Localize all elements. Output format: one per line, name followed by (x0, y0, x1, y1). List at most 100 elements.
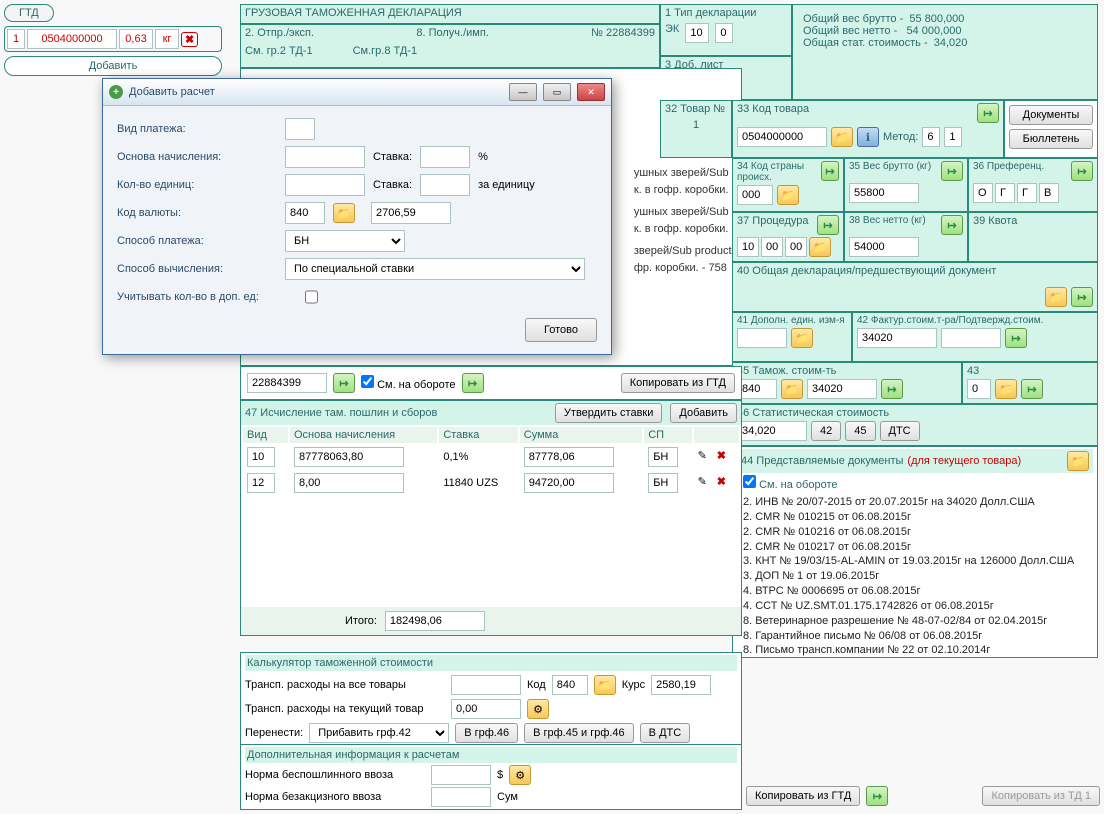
b46-v[interactable] (737, 421, 807, 441)
dlg-currency[interactable] (285, 202, 325, 224)
b36-v1[interactable] (973, 183, 993, 203)
gtd-code[interactable] (27, 29, 117, 49)
calc-b2[interactable]: В грф.45 и грф.46 (524, 723, 634, 743)
dlg-paymethod[interactable]: БН (285, 230, 405, 252)
s47-approve-button[interactable]: Утвердить ставки (555, 403, 662, 423)
dlg-qty[interactable] (285, 174, 365, 196)
b1-v3[interactable] (715, 23, 733, 43)
mid-copy-button[interactable]: Копировать из ГТД (621, 373, 735, 393)
dlg-rate2[interactable] (420, 174, 470, 196)
b46-btn-dts[interactable]: ДТС (880, 421, 920, 441)
b34-folder-icon[interactable]: 📁 (777, 185, 799, 205)
b35-v[interactable] (849, 183, 919, 203)
mid-arrow-icon[interactable]: ↦ (333, 373, 355, 393)
b42-v2[interactable] (941, 328, 1001, 348)
delete-icon[interactable]: ✖ (717, 450, 726, 462)
calc-kurs[interactable] (651, 675, 711, 695)
row-sp[interactable] (648, 447, 678, 467)
b45-v1[interactable] (737, 379, 777, 399)
delete-icon[interactable]: ✖ (717, 476, 726, 488)
bot-copy-gtd[interactable]: Копировать из ГТД (746, 786, 860, 806)
b36-v2[interactable] (995, 183, 1015, 203)
b43-v[interactable] (967, 379, 991, 399)
gtd-rate[interactable] (119, 29, 153, 49)
dlg-dopcheck[interactable] (305, 286, 318, 308)
maximize-button[interactable]: ▭ (543, 83, 571, 101)
dop-r1-input[interactable] (431, 765, 491, 785)
b38-v[interactable] (849, 237, 919, 257)
b37-v2[interactable] (761, 237, 783, 257)
b37-v1[interactable] (737, 237, 759, 257)
b46-btn42[interactable]: 42 (811, 421, 841, 441)
dlg-calcmethod[interactable]: По специальной ставки (285, 258, 585, 280)
row-vid[interactable] (247, 473, 275, 493)
dialog-titlebar[interactable]: + Добавить расчет — ▭ ✕ (103, 79, 611, 106)
calc-all-input[interactable] (451, 675, 521, 695)
b36-v3[interactable] (1017, 183, 1037, 203)
calc-tool-icon[interactable]: ⚙ (527, 699, 549, 719)
bulletin-button[interactable]: Бюллетень (1009, 129, 1093, 149)
b41-v[interactable] (737, 328, 787, 348)
b45-v2[interactable] (807, 379, 877, 399)
row-sp[interactable] (648, 473, 678, 493)
b36-v4[interactable] (1039, 183, 1059, 203)
mid-oborot[interactable]: См. на обороте (361, 375, 456, 391)
edit-icon[interactable]: ✎ (698, 449, 714, 465)
b37-arrow-icon[interactable]: ↦ (817, 215, 839, 235)
dop-r2-input[interactable] (431, 787, 491, 807)
close-button[interactable]: ✕ (577, 83, 605, 101)
bot-copy-td1[interactable]: Копировать из ТД 1 (982, 786, 1100, 806)
minimize-button[interactable]: — (509, 83, 537, 101)
dlg-done-button[interactable]: Готово (525, 318, 597, 342)
b43-folder-icon[interactable]: 📁 (995, 379, 1017, 399)
row-sum[interactable] (524, 473, 614, 493)
b37-v3[interactable] (785, 237, 807, 257)
dlg-folder-icon[interactable]: 📁 (333, 203, 355, 223)
b44-oborot-check[interactable] (743, 475, 756, 488)
b42-v[interactable] (857, 328, 937, 348)
bot-arrow-icon[interactable]: ↦ (866, 786, 888, 806)
gtd-num[interactable] (7, 29, 25, 49)
b34-v[interactable] (737, 185, 773, 205)
b40-arrow-icon[interactable]: ↦ (1071, 287, 1093, 307)
gtd-add-button[interactable]: Добавить (4, 56, 222, 76)
s47-itogo[interactable] (385, 611, 485, 631)
b44-folder-icon[interactable]: 📁 (1067, 451, 1089, 471)
edit-icon[interactable]: ✎ (698, 475, 714, 491)
b33-m1[interactable] (922, 127, 940, 147)
b33-m2[interactable] (944, 127, 962, 147)
mid-oborot-check[interactable] (361, 375, 374, 388)
dlg-rate1[interactable] (420, 146, 470, 168)
gtd-unit[interactable] (155, 29, 179, 49)
b42-arrow-icon[interactable]: ↦ (1005, 328, 1027, 348)
b45-arrow-icon[interactable]: ↦ (881, 379, 903, 399)
calc-kod[interactable] (552, 675, 588, 695)
calc-per-select[interactable]: Прибавить грф.42 (309, 723, 449, 743)
row-osn[interactable] (294, 473, 404, 493)
row-sum[interactable] (524, 447, 614, 467)
b33-code[interactable] (737, 127, 827, 147)
documents-button[interactable]: Документы (1009, 105, 1093, 125)
dlg-rate-val[interactable] (371, 202, 451, 224)
s47-add-button[interactable]: Добавить (670, 403, 737, 423)
calc-cur-input[interactable] (451, 699, 521, 719)
calc-b1[interactable]: В грф.46 (455, 723, 518, 743)
b45-folder-icon[interactable]: 📁 (781, 379, 803, 399)
b37-folder-icon[interactable]: 📁 (809, 237, 831, 257)
b38-arrow-icon[interactable]: ↦ (941, 215, 963, 235)
calc-folder-icon[interactable]: 📁 (594, 675, 616, 695)
mid-arrow2-icon[interactable]: ↦ (462, 373, 484, 393)
b1-v2[interactable] (685, 23, 709, 43)
dop-tool-icon[interactable]: ⚙ (509, 765, 531, 785)
mid-num[interactable] (247, 373, 327, 393)
b34-arrow-icon[interactable]: ↦ (821, 161, 839, 181)
b43-arrow-icon[interactable]: ↦ (1021, 379, 1043, 399)
b36-arrow-icon[interactable]: ↦ (1071, 161, 1093, 181)
b33-info-icon[interactable]: ℹ (857, 127, 879, 147)
b46-btn45[interactable]: 45 (845, 421, 875, 441)
b33-folder-icon[interactable]: 📁 (831, 127, 853, 147)
dlg-base[interactable] (285, 146, 365, 168)
b33-arrow-icon[interactable]: ↦ (977, 103, 999, 123)
b40-folder-icon[interactable]: 📁 (1045, 287, 1067, 307)
b41-folder-icon[interactable]: 📁 (791, 328, 813, 348)
